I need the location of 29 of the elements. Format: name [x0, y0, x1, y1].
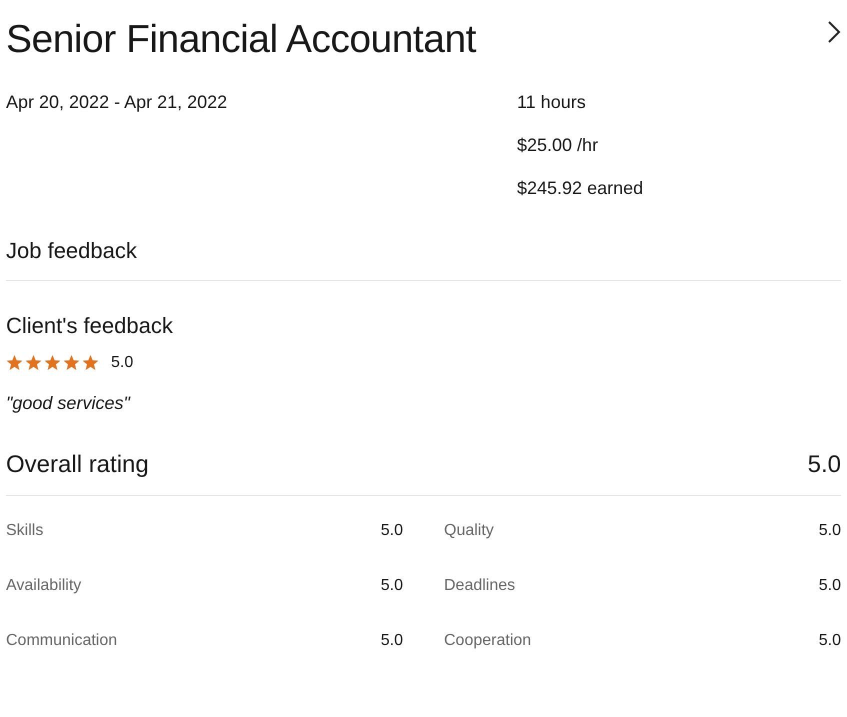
star-icon: [25, 355, 42, 371]
date-range: Apr 20, 2022 - Apr 21, 2022: [6, 91, 228, 114]
job-stat: $25.00 /hr: [517, 134, 600, 157]
job-title: Senior Financial Accountant: [6, 17, 476, 63]
rating-label: Skills: [6, 521, 44, 541]
star-icon: [44, 355, 61, 371]
section-heading: Job feedback: [6, 237, 138, 265]
star-icon: [63, 355, 80, 371]
rating-score: 5.0: [818, 576, 841, 596]
job-stat: $245.92 earned: [517, 177, 644, 200]
job-stat: 11 hours: [517, 91, 587, 114]
rating-score: 5.0: [380, 631, 403, 651]
feedback-comment: "good services": [6, 392, 132, 415]
overall-rating-score: 5.0: [808, 450, 841, 480]
rating-score: 5.0: [380, 521, 403, 541]
rating-score: 5.0: [380, 576, 403, 596]
rating-label: Communication: [6, 631, 118, 651]
rating-label: Quality: [444, 521, 494, 541]
rating-label: Availability: [6, 576, 82, 596]
chevron-right-icon[interactable]: [827, 20, 841, 44]
overall-rating-label: Overall rating: [6, 450, 149, 480]
rating-score: 5.0: [818, 631, 841, 651]
section-heading: Client's feedback: [6, 312, 174, 340]
star-icon: [6, 355, 23, 371]
rating-label: Deadlines: [444, 576, 516, 596]
rating-score: 5.0: [111, 353, 134, 373]
rating-score: 5.0: [818, 521, 841, 541]
star-icon: [82, 355, 99, 371]
rating-label: Cooperation: [444, 631, 532, 651]
